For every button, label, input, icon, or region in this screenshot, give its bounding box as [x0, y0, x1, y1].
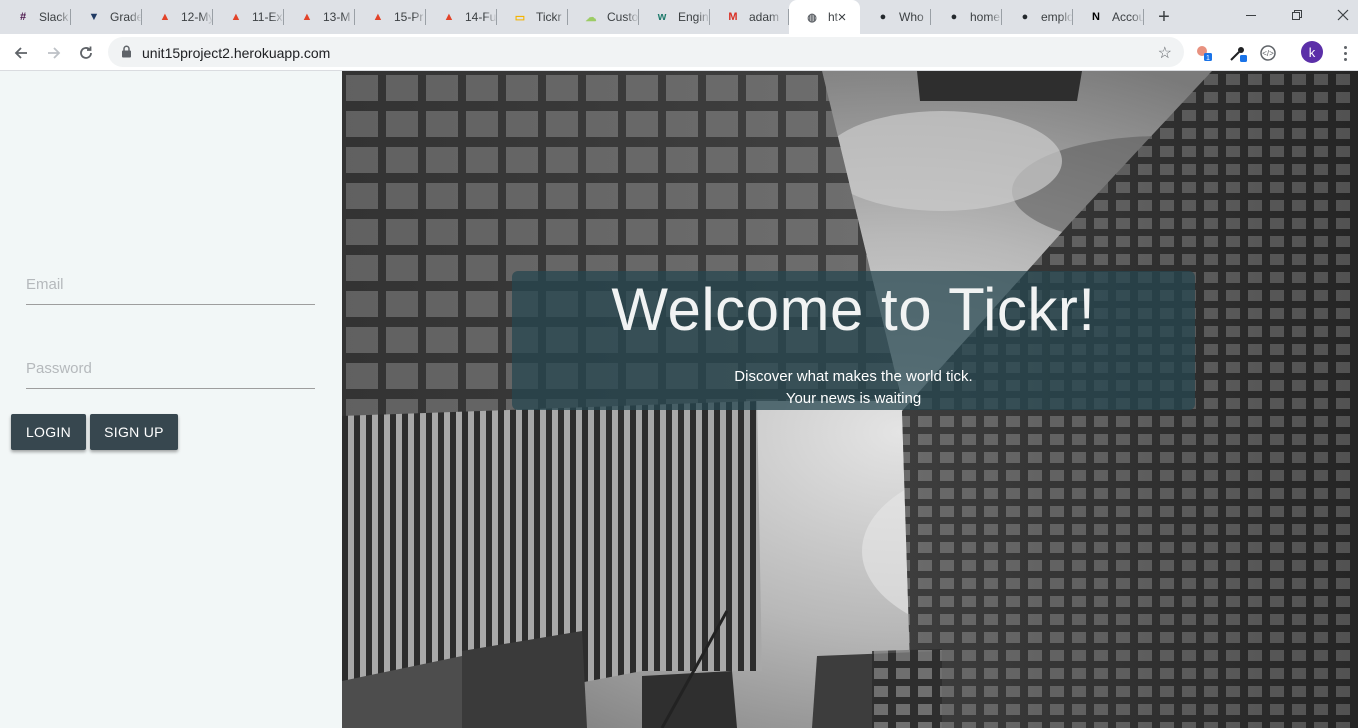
- reload-button[interactable]: [73, 40, 99, 66]
- login-sidebar: LOGIN SIGN UP: [0, 71, 342, 728]
- tab-close-icon[interactable]: ×: [834, 9, 850, 26]
- tab-title: 15-Pr: [394, 10, 424, 24]
- slack-icon: #: [19, 11, 27, 23]
- signup-button[interactable]: SIGN UP: [90, 414, 178, 450]
- gitlab-icon: ▲: [230, 11, 242, 23]
- browser-tab[interactable]: ▲ 14-Fu: [426, 0, 497, 34]
- extension-eyedropper-button[interactable]: [1228, 43, 1248, 63]
- welcome-panel: Welcome to Tickr! Discover what makes th…: [512, 271, 1195, 410]
- arrow-left-icon: [14, 47, 27, 59]
- wix-icon: w: [657, 11, 667, 23]
- url-text: unit15project2.herokuapp.com: [142, 45, 331, 61]
- page-content: LOGIN SIGN UP: [0, 71, 1358, 728]
- tab-title: 13-M: [323, 10, 351, 24]
- email-field[interactable]: [26, 265, 315, 305]
- browser-tab[interactable]: w Engin: [639, 0, 710, 34]
- minimize-button[interactable]: [1228, 0, 1274, 30]
- tab-title: 12-My: [181, 10, 213, 24]
- browser-tab[interactable]: ▲ 12-My: [142, 0, 213, 34]
- close-window-button[interactable]: [1320, 0, 1358, 30]
- plus-icon: +: [1158, 5, 1170, 28]
- browser-tab[interactable]: N Accou: [1073, 0, 1144, 34]
- browser-tab[interactable]: ▲ 13-M: [284, 0, 355, 34]
- gmail-icon: M: [728, 11, 738, 23]
- welcome-subtitle-line1: Discover what makes the world tick.: [734, 368, 973, 385]
- tab-title: Tickr: [536, 10, 562, 24]
- browser-tab[interactable]: ▲ 11-Ex: [213, 0, 284, 34]
- tab-title: Who: [899, 10, 924, 24]
- restore-button[interactable]: [1274, 0, 1320, 30]
- browser-tab[interactable]: ▼ Grades: [71, 0, 142, 34]
- profile-avatar[interactable]: k: [1301, 41, 1323, 63]
- gitlab-icon: ▲: [301, 11, 313, 23]
- dev-tools-icon: </>: [1260, 45, 1276, 61]
- github-icon: ●: [879, 11, 887, 23]
- browser-tab[interactable]: ▭ Tickr: [497, 0, 568, 34]
- new-tab-button[interactable]: +: [1152, 5, 1176, 29]
- tab-title: 14-Fu: [465, 10, 497, 24]
- tab-title: Slack: [39, 10, 69, 24]
- close-icon: [1337, 9, 1349, 21]
- gitlab-icon: ▲: [443, 11, 455, 23]
- eyedropper-icon: [1230, 47, 1247, 62]
- svg-text:</>: </>: [1262, 49, 1274, 58]
- browser-tab[interactable]: # Slack: [0, 0, 71, 34]
- globe-icon: ◍: [807, 11, 817, 24]
- slides-icon: ▭: [514, 11, 526, 24]
- minimize-icon: [1246, 15, 1256, 16]
- welcome-subtitle-line2: Your news is waiting: [785, 390, 922, 407]
- cloud-icon: ☁: [585, 11, 597, 24]
- arrow-right-icon: [48, 47, 61, 59]
- browser-tab[interactable]: ◍ ht ×: [789, 0, 860, 34]
- password-field[interactable]: [26, 349, 315, 389]
- gitlab-icon: ▲: [372, 11, 384, 23]
- browser-toolbar: unit15project2.herokuapp.com ☆ 1 </> k: [0, 34, 1358, 71]
- tab-title: home: [970, 10, 1001, 24]
- browser-tab[interactable]: ▲ 15-Pr: [355, 0, 426, 34]
- browser-tab[interactable]: ☁ Custo: [568, 0, 639, 34]
- tab-title: emplo: [1041, 10, 1073, 24]
- bookmark-star-icon[interactable]: ☆: [1158, 43, 1172, 63]
- tab-title: Accou: [1112, 10, 1144, 24]
- reload-icon: [80, 46, 92, 59]
- back-button[interactable]: [8, 40, 34, 66]
- address-bar[interactable]: unit15project2.herokuapp.com ☆: [108, 37, 1184, 67]
- browser-tab[interactable]: ● Who: [860, 0, 931, 34]
- extension-circle-button[interactable]: </>: [1258, 43, 1278, 63]
- shield-icon: ▼: [88, 11, 100, 23]
- tab-title: adam: [749, 10, 780, 24]
- browser-tab[interactable]: Madam: [710, 0, 789, 34]
- notion-icon: N: [1092, 11, 1100, 23]
- tab-title: Grades: [110, 10, 142, 24]
- tab-title: Engin: [678, 10, 709, 24]
- welcome-title: Welcome to Tickr!: [611, 276, 1096, 343]
- login-button[interactable]: LOGIN: [11, 414, 86, 450]
- extension-icon: 1: [1197, 46, 1212, 62]
- browser-tab-strip: # Slack ▼ Grades ▲ 12-My ▲ 11-Ex ▲ 13-M ▲ 15-Pr ▲ 14-…: [0, 0, 1358, 34]
- browser-menu-button[interactable]: [1336, 43, 1354, 63]
- browser-tab[interactable]: ● home: [931, 0, 1002, 34]
- tab-separator: [1143, 9, 1144, 25]
- tab-title: 11-Ex: [252, 10, 283, 24]
- github-icon: ●: [950, 11, 958, 23]
- gitlab-icon: ▲: [159, 11, 171, 23]
- extension-badge: 1: [1206, 55, 1210, 62]
- restore-icon: [1292, 10, 1302, 20]
- extension-puzzle-button[interactable]: 1: [1194, 43, 1214, 63]
- hero-section: Welcome to Tickr! Discover what makes th…: [342, 71, 1358, 728]
- lock-icon: [122, 45, 131, 58]
- tab-title: Custo: [607, 10, 639, 24]
- forward-button[interactable]: [41, 40, 67, 66]
- github-icon: ●: [1021, 11, 1029, 23]
- browser-tab[interactable]: ● emplo: [1002, 0, 1073, 34]
